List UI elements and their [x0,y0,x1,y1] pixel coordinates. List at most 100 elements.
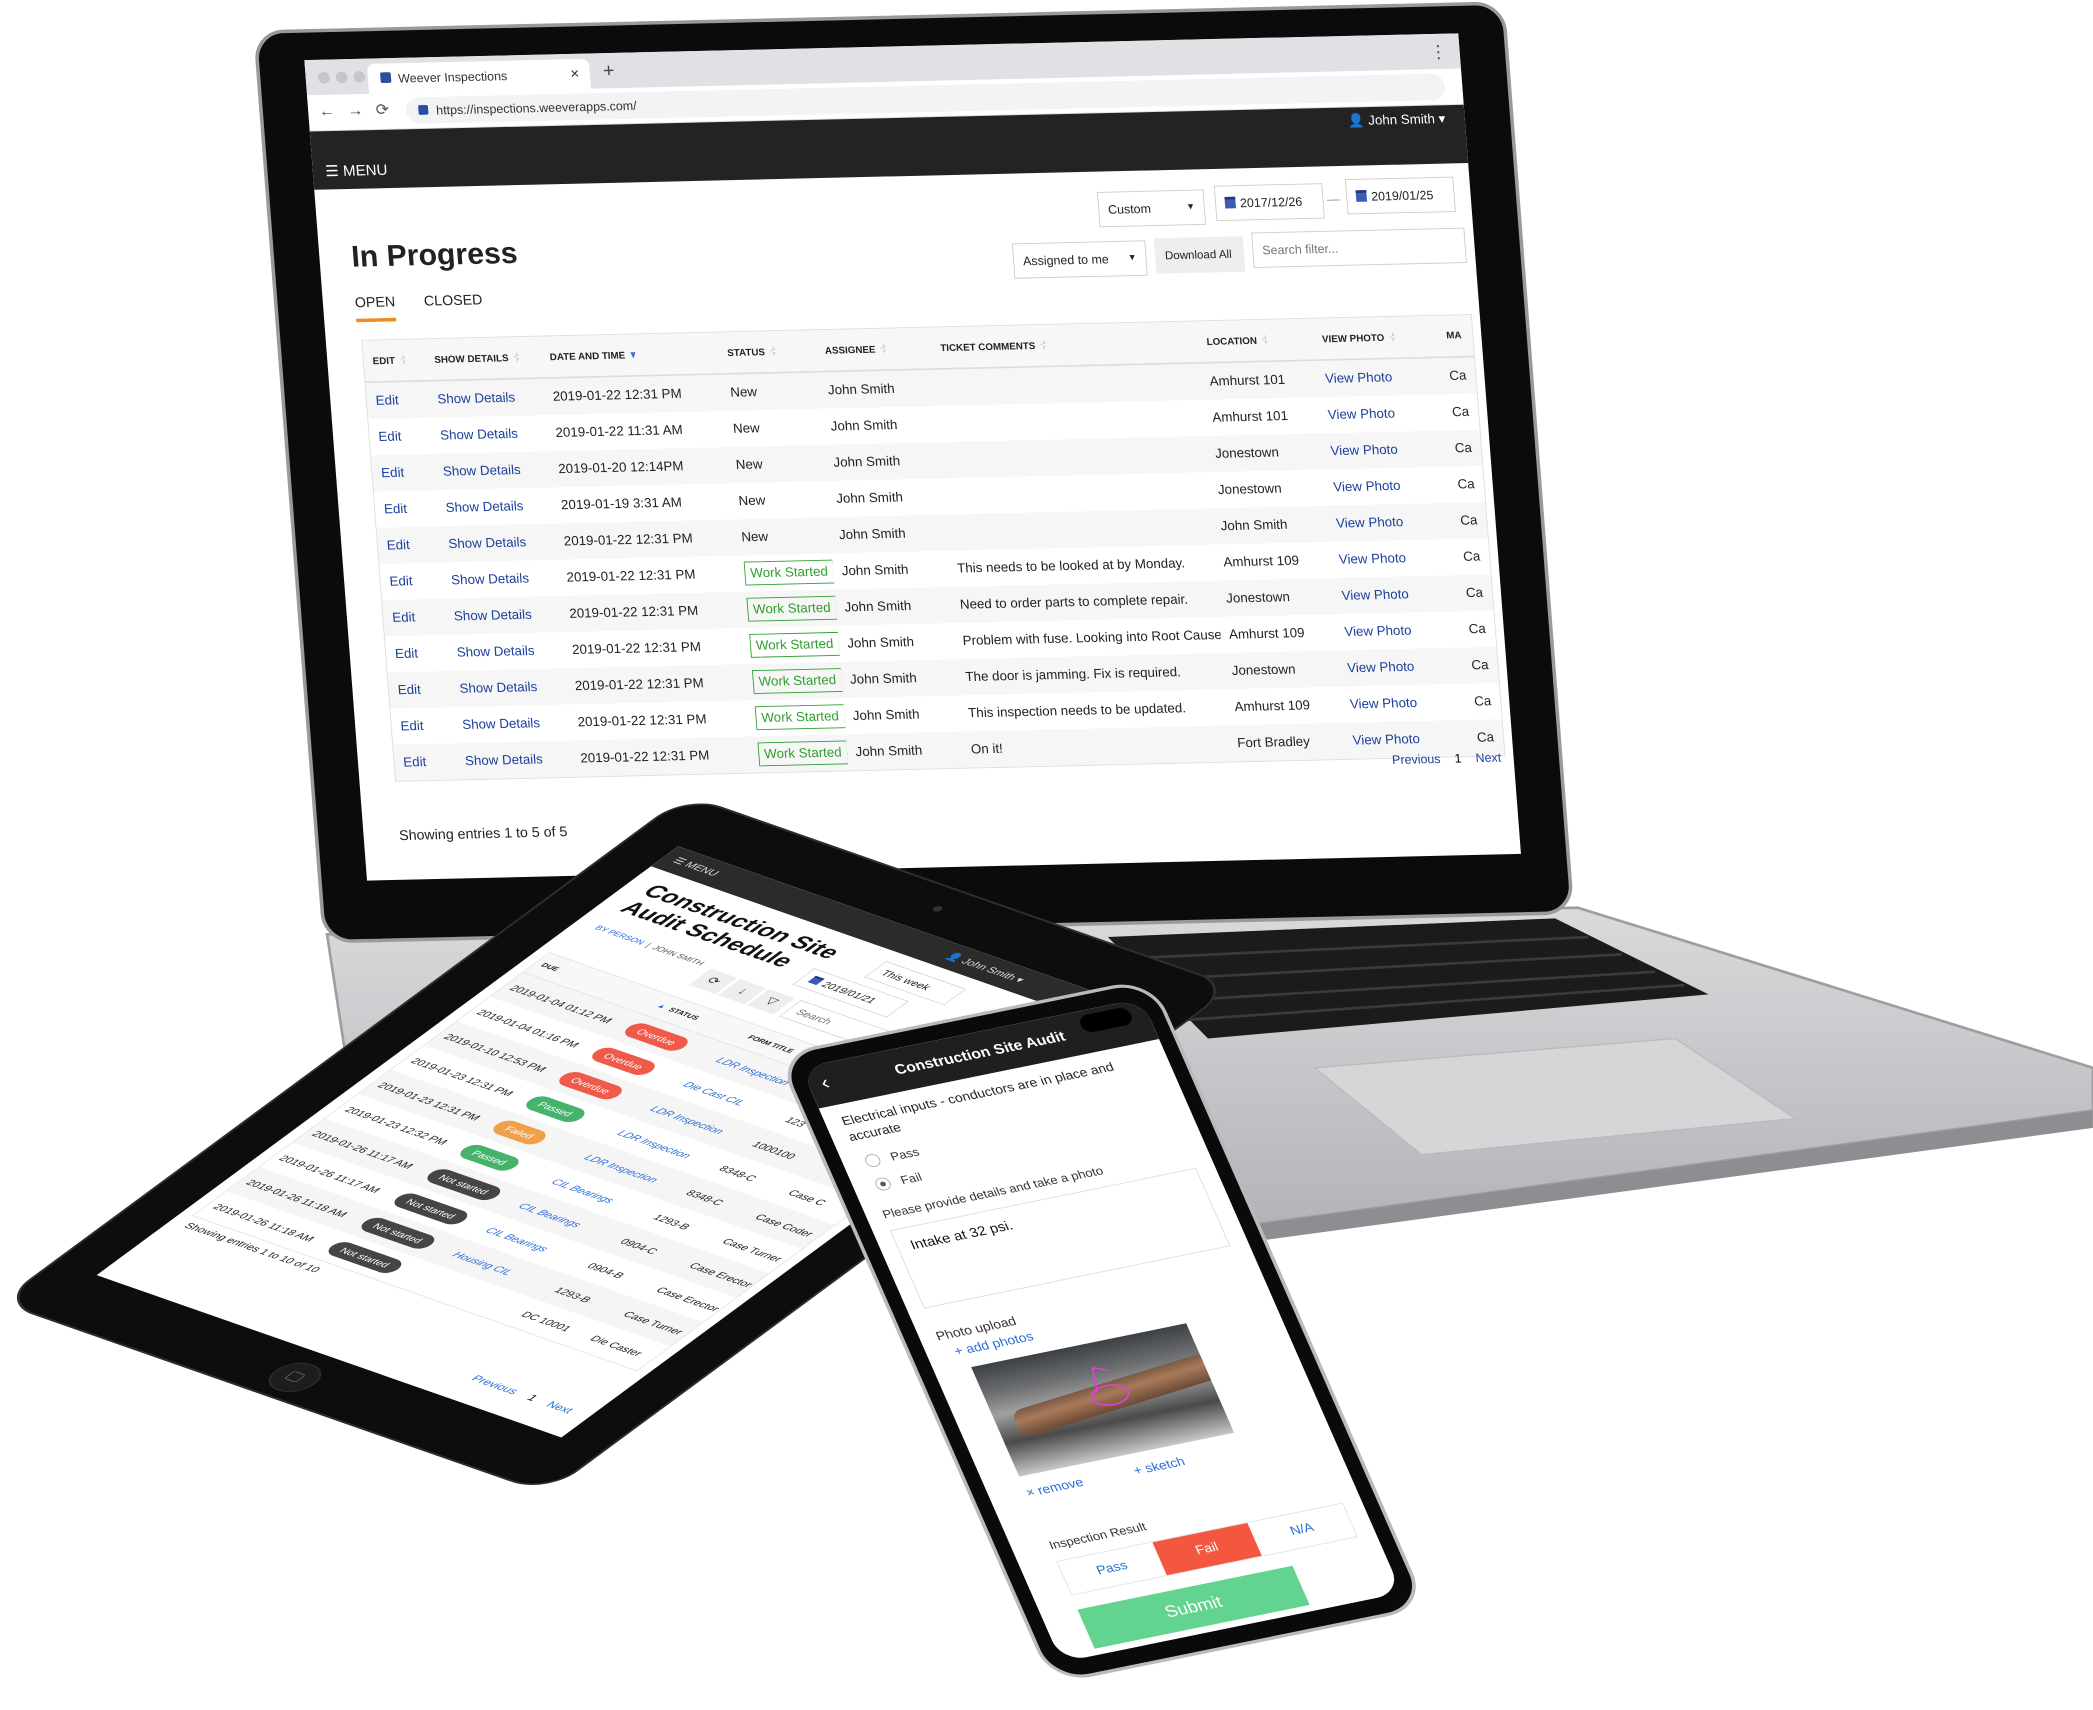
tab-closed[interactable]: CLOSED [423,293,483,317]
view-photo-link[interactable]: View Photo [1349,695,1417,712]
edit-link[interactable]: Edit [386,538,410,554]
show-details-link[interactable]: Show Details [462,716,541,733]
show-details-link[interactable]: Show Details [448,535,527,552]
search-filter-input[interactable] [1251,227,1467,268]
edit-link[interactable]: Edit [403,755,427,771]
cell-photo: View Photo [1336,647,1464,687]
column-label: MA [1445,330,1462,342]
reload-icon[interactable]: ⟳ [375,101,390,120]
column-label: STATUS [726,346,766,359]
details-textarea[interactable]: Intake at 32 psi. [889,1167,1231,1309]
radio-fail[interactable]: Fail [873,1170,924,1192]
cell-date: 2019-01-22 12:31 PM [556,556,736,596]
cell-location: Amhurst 109 [1219,614,1337,653]
cell-status: Work Started [734,553,835,591]
back-icon[interactable]: ← [318,102,335,121]
date-to-field[interactable]: 2019/01/25 [1344,176,1456,215]
radio-icon [862,1152,883,1169]
column-header[interactable]: ASSIGNEE [814,327,934,372]
view-photo-link[interactable]: View Photo [1336,515,1404,532]
new-tab-button[interactable]: + [602,59,615,82]
column-label: LOCATION [1206,335,1258,348]
edit-link[interactable]: Edit [394,646,418,662]
date-range-select[interactable]: Custom ▼ [1096,189,1207,228]
current-page[interactable]: 1 [1454,751,1462,765]
view-photo-link[interactable]: View Photo [1338,551,1406,568]
cell-edit: Edit [364,380,430,420]
download-all-button[interactable]: Download All [1153,236,1246,274]
remove-photo-link[interactable]: × remove [1024,1475,1086,1500]
view-photo-link[interactable]: View Photo [1344,623,1412,640]
entries-summary: Showing entries 1 to 5 of 5 [398,824,568,844]
tab-close-icon[interactable]: × [570,65,580,83]
show-details-link[interactable]: Show Details [456,643,535,660]
edit-link[interactable]: Edit [397,682,421,698]
result-fail-button[interactable]: Fail [1152,1522,1262,1576]
cell-date: 2019-01-22 12:31 PM [562,628,742,668]
cell-comment [936,400,1205,442]
result-na-button[interactable]: N/A [1247,1504,1356,1556]
radio-pass[interactable]: Pass [862,1145,921,1169]
column-header[interactable]: STATUS [716,329,818,374]
assigned-filter-select[interactable]: Assigned to me ▼ [1011,240,1148,279]
show-details-link[interactable]: Show Details [459,680,538,697]
cell-edit: Edit [368,418,433,456]
menu-button[interactable]: ☰ MENU [670,856,722,879]
sort-asc-icon: ▲ [654,1002,669,1011]
next-page-link[interactable]: Next [1475,750,1502,765]
cell-details: Show Details [430,415,548,454]
sketch-link[interactable]: + sketch [1131,1455,1187,1479]
view-photo-link[interactable]: View Photo [1333,478,1401,495]
view-photo-link[interactable]: View Photo [1352,732,1420,749]
cell-details: Show Details [447,632,565,671]
column-header[interactable]: DATE AND TIME [539,332,721,379]
edit-link[interactable]: Edit [383,501,407,517]
code-text: 1293-B [650,1212,694,1232]
breadcrumb-parent[interactable]: BY PERSON [592,924,646,946]
window-minimize-dot[interactable] [335,71,348,84]
cell-comment: Need to order parts to complete repair. [949,580,1219,624]
next-page-link[interactable]: Next [543,1400,576,1416]
column-header[interactable]: TICKET COMMENTS [929,320,1200,370]
show-details-link[interactable]: Show Details [445,499,524,516]
column-header[interactable]: LOCATION [1196,318,1315,363]
edit-link[interactable]: Edit [392,610,416,626]
tab-open[interactable]: OPEN [354,294,397,323]
cell-status: Work Started [739,626,840,664]
window-close-dot[interactable] [317,71,331,84]
menu-button[interactable]: ☰ MENU [325,162,389,181]
previous-page-link[interactable]: Previous [1392,751,1441,766]
edit-link[interactable]: Edit [381,465,405,481]
show-details-link[interactable]: Show Details [451,571,530,588]
show-details-link[interactable]: Show Details [442,463,521,480]
column-header[interactable]: VIEW PHOTO [1311,315,1440,361]
column-header[interactable]: MA [1435,314,1475,358]
date-range-value: Custom [1107,201,1152,217]
view-photo-link[interactable]: View Photo [1324,370,1392,387]
cell-extra: Ca [1447,466,1485,503]
current-page[interactable]: 1 [524,1393,541,1403]
show-details-link[interactable]: Show Details [437,390,516,407]
show-details-link[interactable]: Show Details [453,607,532,624]
column-header[interactable]: EDIT [361,338,428,383]
view-photo-link[interactable]: View Photo [1327,406,1395,423]
edit-link[interactable]: Edit [400,718,424,734]
browser-menu-icon[interactable]: ⋮ [1429,41,1448,63]
view-photo-link[interactable]: View Photo [1330,442,1398,459]
result-pass-button[interactable]: Pass [1057,1542,1166,1594]
edit-link[interactable]: Edit [389,574,413,590]
view-photo-link[interactable]: View Photo [1341,587,1409,604]
column-header[interactable]: SHOW DETAILS [423,336,543,381]
assignee-text: John Smith [841,562,909,579]
home-button[interactable] [257,1357,333,1398]
edit-link[interactable]: Edit [378,429,402,445]
date-from-field[interactable]: 2017/12/26 [1213,183,1325,222]
view-photo-link[interactable]: View Photo [1347,659,1415,676]
show-details-link[interactable]: Show Details [440,426,519,443]
user-menu[interactable]: 👤 John Smith ▾ [1347,111,1445,128]
window-zoom-dot[interactable] [353,71,366,83]
previous-page-link[interactable]: Previous [468,1374,521,1397]
show-details-link[interactable]: Show Details [464,752,543,769]
forward-icon[interactable]: → [347,101,364,120]
edit-link[interactable]: Edit [375,393,399,409]
